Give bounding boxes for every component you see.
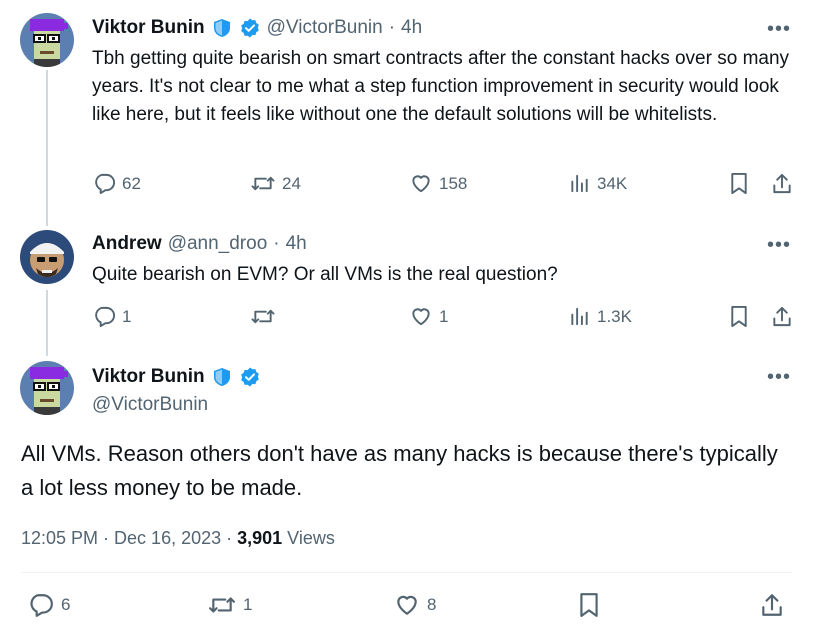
views-button[interactable]: 1.3K [569,305,632,328]
reply-count: 6 [61,595,71,614]
author-handle[interactable]: @ann_droo [168,233,268,255]
author-handle[interactable]: @VictorBunin [92,394,208,416]
views-icon [571,174,588,193]
share-button[interactable] [771,305,793,328]
like-count: 8 [427,595,437,614]
like-count: 158 [439,173,468,193]
author-handle[interactable]: @VictorBunin [267,17,383,39]
views-icon [571,307,588,326]
avatar[interactable] [20,361,74,415]
timestamp[interactable]: 4h [286,233,307,255]
verified-icon [239,366,261,388]
like-button[interactable]: 158 [409,172,467,195]
retweet-icon [251,176,275,191]
retweet-icon [251,309,275,324]
share-icon [762,594,782,616]
more-icon[interactable]: ••• [767,367,791,387]
reply-button[interactable]: 6 [27,592,70,618]
timestamp[interactable]: 4h [401,17,422,39]
reply-button[interactable]: 62 [93,172,141,195]
bookmark-icon [580,593,598,617]
author-name[interactable]: Viktor Bunin [92,366,205,388]
separator: · [388,17,396,38]
share-button[interactable] [771,172,793,195]
tweet-text: Tbh getting quite bearish on smart contr… [92,48,790,125]
verified-icon [239,17,261,39]
reply-count: 1 [122,306,132,326]
views-count: 34K [597,173,628,193]
more-icon[interactable]: ••• [767,235,791,255]
avatar[interactable] [20,13,74,67]
shield-icon [211,366,233,388]
tweet-text: Quite bearish on EVM? Or all VMs is the … [92,264,558,285]
like-icon [397,595,417,615]
shield-icon [211,17,233,39]
reply-icon [95,306,115,328]
retweet-count: 1 [243,595,253,614]
retweet-button[interactable] [250,305,282,328]
like-button[interactable]: 8 [393,592,436,618]
more-icon[interactable]: ••• [767,19,791,39]
views-label: Views [282,528,335,548]
reply-count: 62 [122,173,141,193]
bookmark-button[interactable] [578,592,600,618]
separator: · [273,233,280,254]
views-button[interactable]: 34K [569,172,627,195]
author-name[interactable]: Andrew [92,233,162,255]
reply-button[interactable]: 1 [93,305,131,328]
like-button[interactable]: 1 [409,305,448,328]
reply-icon [95,173,115,195]
like-icon [412,308,430,326]
author-name[interactable]: Viktor Bunin [92,17,205,39]
share-icon [773,173,791,194]
bookmark-icon [731,172,747,195]
like-count: 1 [439,306,449,326]
divider [21,572,792,573]
retweet-count: 24 [282,173,301,193]
timestamp[interactable]: 12:05 PM · Dec 16, 2023 · [21,528,237,548]
retweet-button[interactable]: 1 [207,592,252,618]
retweet-icon [208,597,235,613]
bookmark-button[interactable] [729,172,749,195]
retweet-button[interactable]: 24 [250,172,301,195]
bookmark-icon [731,305,747,328]
reply-icon [30,594,53,617]
view-count: 3,901 [237,528,283,548]
avatar[interactable] [20,230,74,284]
views-count: 1.3K [597,306,632,326]
tweet-meta: 12:05 PM · Dec 16, 2023 · 3,901 Views [21,528,335,549]
share-button[interactable] [759,592,785,618]
share-icon [773,306,791,327]
like-icon [412,175,430,193]
bookmark-button[interactable] [729,305,749,328]
thread-line [46,290,48,356]
thread-line [46,70,48,226]
tweet-text: All VMs. Reason others don't have as man… [21,441,778,500]
